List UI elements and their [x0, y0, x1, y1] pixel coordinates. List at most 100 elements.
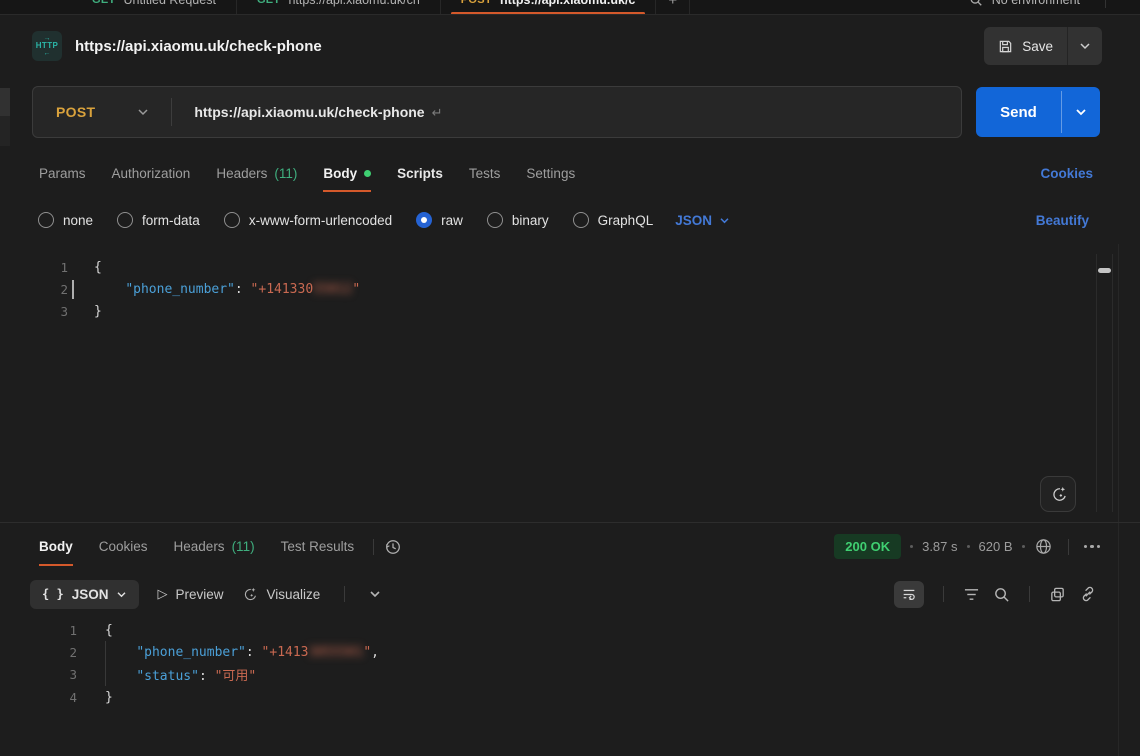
code-line[interactable]: 1{	[0, 256, 1140, 278]
redacted-text: 3055501	[309, 645, 364, 660]
preview-icon: ▷	[157, 586, 167, 602]
save-options-chevron[interactable]	[1068, 27, 1102, 65]
postbot-button[interactable]	[1040, 476, 1076, 512]
method-chevron-icon[interactable]	[137, 108, 149, 116]
send-options-chevron[interactable]	[1062, 87, 1100, 137]
radio-icon	[117, 212, 133, 228]
divider	[943, 586, 944, 602]
radio-raw[interactable]: raw	[416, 212, 463, 228]
response-size[interactable]: 620 B	[979, 539, 1013, 554]
response-tab-body[interactable]: Body	[26, 523, 86, 570]
code-text: "phone_number": "+14133055501",	[105, 645, 379, 660]
response-body-editor[interactable]: 1{2 "phone_number": "+14133055501",3 "st…	[0, 618, 1140, 756]
line-number: 2	[26, 282, 68, 297]
save-icon	[998, 39, 1013, 54]
method-dropdown[interactable]: POST	[56, 104, 95, 120]
braces-icon: { }	[42, 587, 64, 601]
workspace-tab-strip: GET Untitled Request GET https://api.xia…	[0, 0, 1140, 15]
network-globe-icon[interactable]	[1034, 537, 1053, 556]
response-time[interactable]: 3.87 s	[922, 539, 957, 554]
tab-label: https://api.xiaomu.uk/ch	[288, 0, 419, 7]
request-body-editor[interactable]: 1{2 "phone_number": "+14133055012"3}	[0, 244, 1140, 522]
more-views-chevron[interactable]	[369, 590, 381, 598]
send-button[interactable]: Send	[976, 87, 1100, 137]
radio-icon	[224, 212, 240, 228]
code-line[interactable]: 1{	[0, 619, 1140, 641]
tab-headers[interactable]: Headers(11)	[203, 150, 310, 196]
search-in-response-icon[interactable]	[993, 586, 1010, 603]
line-number: 3	[26, 304, 68, 319]
url-input[interactable]: https://api.xiaomu.uk/check-phone↵	[194, 104, 442, 121]
visualize-button[interactable]: Visualize	[241, 586, 320, 603]
radio-binary[interactable]: binary	[487, 212, 549, 228]
visualize-sparkle-icon	[241, 586, 258, 603]
radio-icon	[573, 212, 589, 228]
code-line[interactable]: 3}	[0, 301, 1140, 323]
link-icon[interactable]	[1079, 585, 1097, 603]
request-tab-1[interactable]: GET Untitled Request	[72, 0, 237, 15]
cookies-link[interactable]: Cookies	[1040, 166, 1093, 181]
radio-icon	[487, 212, 503, 228]
environment-selector[interactable]: No environment	[992, 0, 1080, 7]
tab-tests[interactable]: Tests	[456, 150, 514, 196]
headers-count: (11)	[232, 539, 255, 554]
radio-x-www-form-urlencoded[interactable]: x-www-form-urlencoded	[224, 212, 392, 228]
status-badge[interactable]: 200 OK	[834, 534, 901, 559]
response-tab-cookies[interactable]: Cookies	[86, 523, 161, 570]
new-tab-button[interactable]: +	[656, 0, 690, 15]
code-line[interactable]: 4}	[0, 686, 1140, 708]
method-badge: POST	[461, 0, 492, 6]
filter-icon[interactable]	[963, 587, 980, 602]
line-number: 3	[26, 667, 77, 682]
preview-button[interactable]: ▷ Preview	[157, 586, 223, 602]
method-badge: GET	[92, 0, 116, 6]
tab-authorization[interactable]: Authorization	[99, 150, 204, 196]
text-cursor	[72, 280, 74, 298]
copy-icon[interactable]	[1049, 586, 1066, 603]
code-line[interactable]: 2 "phone_number": "+14133055501",	[0, 641, 1140, 663]
search-icon[interactable]	[969, 0, 983, 7]
editor-scrollbar[interactable]	[1096, 254, 1113, 512]
radio-icon	[416, 212, 432, 228]
request-title: https://api.xiaomu.uk/check-phone	[75, 38, 322, 55]
save-label: Save	[1022, 39, 1053, 54]
response-tab-bar: Body Cookies Headers(11) Test Results 20…	[0, 522, 1140, 570]
history-icon[interactable]	[384, 538, 402, 556]
response-format-dropdown[interactable]: { } JSON	[30, 580, 139, 609]
code-text: }	[94, 304, 102, 319]
radio-icon	[38, 212, 54, 228]
word-wrap-button[interactable]	[894, 581, 924, 608]
body-mode-bar: none form-data x-www-form-urlencoded raw…	[0, 196, 1140, 244]
request-tab-2[interactable]: GET https://api.xiaomu.uk/ch	[237, 0, 441, 15]
tab-settings[interactable]: Settings	[513, 150, 588, 196]
redacted-text: 55012	[313, 282, 352, 297]
request-tab-3-active[interactable]: POST https://api.xiaomu.uk/c	[441, 0, 657, 15]
code-text: {	[94, 260, 102, 275]
scrollbar-thumb[interactable]	[1098, 268, 1111, 273]
method-badge: GET	[257, 0, 281, 6]
line-number: 1	[26, 260, 68, 275]
radio-form-data[interactable]: form-data	[117, 212, 200, 228]
more-options-icon[interactable]	[1084, 545, 1101, 549]
divider	[373, 539, 374, 555]
response-tab-test-results[interactable]: Test Results	[268, 523, 368, 570]
body-content-dot	[364, 170, 371, 177]
radio-none[interactable]: none	[38, 212, 93, 228]
code-line[interactable]: 3 "status": "可用"	[0, 664, 1140, 686]
code-text: {	[105, 623, 113, 638]
code-line[interactable]: 2 "phone_number": "+14133055012"	[0, 278, 1140, 300]
beautify-link[interactable]: Beautify	[1036, 213, 1089, 228]
request-tab-bar: Params Authorization Headers(11) Body Sc…	[0, 150, 1140, 196]
line-number: 2	[26, 645, 77, 660]
save-button[interactable]: Save	[984, 27, 1102, 65]
api-client-window: GET Untitled Request GET https://api.xia…	[0, 0, 1140, 756]
radio-graphql[interactable]: GraphQL	[573, 212, 654, 228]
divider	[344, 586, 345, 602]
send-label[interactable]: Send	[976, 87, 1061, 137]
tab-params[interactable]: Params	[26, 150, 99, 196]
tab-body[interactable]: Body	[310, 150, 384, 196]
body-language-dropdown[interactable]: JSON	[675, 213, 730, 228]
indent-guide	[105, 664, 106, 686]
tab-scripts[interactable]: Scripts	[384, 150, 456, 196]
response-tab-headers[interactable]: Headers(11)	[161, 523, 268, 570]
